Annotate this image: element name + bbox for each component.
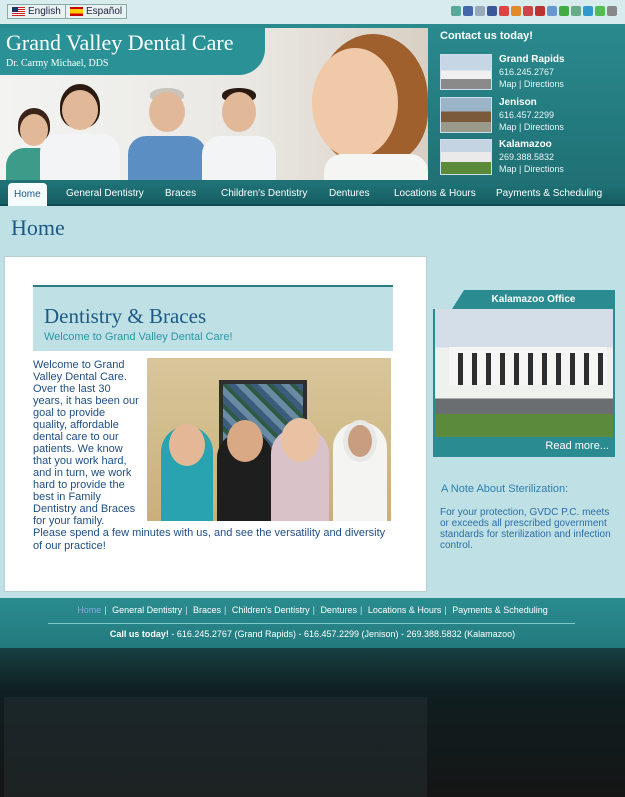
office-name: Kalamazoo — [499, 139, 552, 150]
main-content: Dentistry & Braces Welcome to Grand Vall… — [4, 256, 427, 592]
hero-banner: Grand Valley Dental Care Dr. Carmy Micha… — [0, 28, 428, 180]
office-map-links[interactable]: Map | Directions — [499, 164, 564, 174]
language-bar: English Español — [0, 0, 625, 24]
office-kalamazoo: Kalamazoo 269.388.5832 Map | Directions — [440, 139, 620, 177]
footer-link-dentures[interactable]: Dentures — [320, 605, 357, 615]
nav-home[interactable]: Home — [8, 183, 47, 206]
share-icon[interactable] — [463, 6, 473, 16]
nav-childrens-dentistry[interactable]: Children's Dentistry — [221, 182, 307, 206]
staff-photo — [147, 358, 391, 521]
office-map-links[interactable]: Map | Directions — [499, 79, 564, 89]
nav-dentures[interactable]: Dentures — [329, 182, 370, 206]
footer-link-payments-scheduling[interactable]: Payments & Scheduling — [452, 605, 548, 615]
footer-divider — [48, 623, 575, 624]
call-us-label: Call us today! — [109, 629, 169, 639]
footer-nav: Home | General Dentistry | Braces | Childre… — [77, 605, 548, 615]
more-icon[interactable] — [607, 6, 617, 16]
rss-icon[interactable] — [475, 6, 485, 16]
footer-link-general-dentistry[interactable]: General Dentistry — [112, 605, 182, 615]
facebook-icon[interactable] — [487, 6, 497, 16]
office-name: Grand Rapids — [499, 54, 565, 65]
main-nav: Home General Dentistry Braces Children's… — [0, 182, 625, 206]
staff-figure — [128, 88, 206, 180]
page-reflection — [0, 648, 625, 797]
kalamazoo-office-card[interactable]: Read more... — [433, 309, 615, 457]
digg-icon[interactable] — [547, 6, 557, 16]
spain-flag-icon — [70, 7, 83, 16]
footer-call-us: Call us today! - 616.245.2767 (Grand Rap… — [0, 629, 625, 639]
staff-figure — [290, 34, 428, 180]
office-thumbnail[interactable] — [440, 139, 492, 175]
english-button[interactable]: English — [7, 4, 66, 19]
note-title: A Note About Sterilization: — [441, 483, 569, 495]
office-phone: 269.388.5832 — [499, 152, 555, 162]
closing-text: Please spend a few minutes with us, and … — [33, 527, 386, 552]
office-phone: 616.457.2299 — [499, 110, 555, 120]
mirrored-content — [0, 648, 625, 797]
footer-link-childrens-dentistry[interactable]: Children's Dentistry — [232, 605, 310, 615]
kalamazoo-office-photo[interactable] — [435, 309, 613, 437]
yahoo-icon[interactable] — [595, 6, 605, 16]
footer-link-locations-hours[interactable]: Locations & Hours — [368, 605, 442, 615]
bookmark-icon[interactable] — [535, 6, 545, 16]
us-flag-icon — [12, 7, 25, 16]
print-icon[interactable] — [571, 6, 581, 16]
call-us-numbers: - 616.245.2767 (Grand Rapids) - 616.457.… — [168, 629, 516, 639]
office-map-links[interactable]: Map | Directions — [499, 122, 564, 132]
spanish-label: Español — [86, 6, 123, 17]
office-grand-rapids: Grand Rapids 616.245.2767 Map | Directio… — [440, 54, 620, 92]
site-footer: Home | General Dentistry | Braces | Childre… — [0, 598, 625, 648]
intro-text: Welcome to Grand Valley Dental Care. Ove… — [33, 359, 139, 527]
nav-payments-scheduling[interactable]: Payments & Scheduling — [496, 182, 602, 206]
office-thumbnail[interactable] — [440, 54, 492, 90]
footer-link-home[interactable]: Home — [77, 605, 101, 615]
office-name: Jenison — [499, 97, 537, 108]
spanish-button[interactable]: Español — [65, 4, 128, 19]
email-icon[interactable] — [511, 6, 521, 16]
section-subtitle: Welcome to Grand Valley Dental Care! — [44, 331, 233, 343]
myspace-icon[interactable] — [523, 6, 533, 16]
site-title[interactable]: Grand Valley Dental Care — [6, 30, 233, 56]
delicious-icon[interactable] — [583, 6, 593, 16]
social-icons — [451, 6, 617, 18]
nav-general-dentistry[interactable]: General Dentistry — [66, 182, 144, 206]
section-title: Dentistry & Braces — [44, 304, 207, 328]
contact-title: Contact us today! — [440, 30, 533, 42]
office-thumbnail[interactable] — [440, 97, 492, 133]
google-icon[interactable] — [499, 6, 509, 16]
twitter-icon[interactable] — [451, 6, 461, 16]
section-header: Dentistry & Braces Welcome to Grand Vall… — [33, 285, 393, 351]
staff-figure — [202, 88, 276, 180]
note-body: For your protection, GVDC P.C. meets or … — [440, 507, 611, 551]
page-title: Home — [11, 215, 65, 240]
office-jenison: Jenison 616.457.2299 Map | Directions — [440, 97, 620, 135]
title-tab: Grand Valley Dental Care Dr. Carmy Micha… — [0, 28, 265, 75]
nav-braces[interactable]: Braces — [165, 182, 196, 206]
office-phone: 616.245.2767 — [499, 67, 555, 77]
read-more-link[interactable]: Read more... — [545, 440, 609, 452]
footer-link-braces[interactable]: Braces — [193, 605, 221, 615]
contact-panel: Contact us today! Grand Rapids 616.245.2… — [434, 28, 625, 180]
stumble-icon[interactable] — [559, 6, 569, 16]
office-tab-label: Kalamazoo Office — [491, 294, 576, 305]
staff-figure — [40, 84, 120, 180]
site-subtitle: Dr. Carmy Michael, DDS — [6, 58, 109, 69]
english-label: English — [28, 6, 61, 17]
nav-locations-hours[interactable]: Locations & Hours — [394, 182, 476, 206]
